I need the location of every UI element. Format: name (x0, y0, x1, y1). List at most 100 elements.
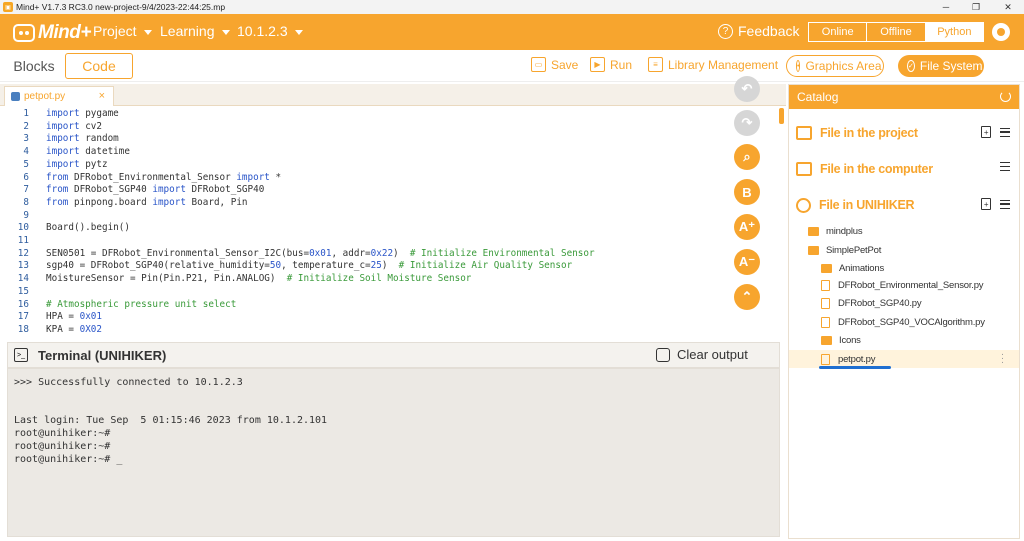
code-line: 16 # Atmospheric pressure unit select (0, 299, 730, 312)
line-number: 17 (17, 311, 29, 323)
clear-output-button[interactable]: Clear output (656, 347, 748, 362)
more-options-icon[interactable]: · · · (1001, 350, 1004, 368)
tree-file[interactable]: DFRobot_Environmental_Sensor.py (789, 276, 1019, 294)
terminal-header: >_ Terminal (UNIHIKER) Clear output (7, 342, 780, 368)
tree-folder[interactable]: SimplePetPot (789, 241, 1019, 259)
python-file-icon (11, 92, 20, 101)
file-icon (821, 353, 830, 365)
code-text: MoistureSensor = Pin(Pin.P21, Pin.ANALOG… (46, 273, 472, 285)
menu-project[interactable]: Project (93, 23, 152, 39)
section-file-in-unihiker[interactable]: File in UNIHIKER + (796, 195, 1018, 215)
code-line: 17 HPA = 0x01 (0, 311, 730, 324)
add-file-icon[interactable]: + (981, 198, 991, 210)
tree-file[interactable]: DFRobot_SGP40.py (789, 294, 1019, 312)
code-line: 2 import cv2 (0, 121, 730, 134)
line-number: 5 (23, 158, 29, 170)
play-icon: ▶ (590, 57, 605, 72)
scroll-top-icon[interactable]: ⌃ (734, 284, 760, 310)
font-increase-icon[interactable]: A⁺ (734, 214, 760, 240)
line-number: 3 (23, 133, 29, 145)
mode-python[interactable]: Python (925, 23, 983, 41)
terminal-title: Terminal (UNIHIKER) (38, 348, 167, 363)
menu-icon[interactable] (1000, 162, 1010, 171)
folder-icon (821, 263, 832, 273)
file-system-button[interactable]: ✓ File System (898, 55, 984, 77)
file-icon (821, 316, 830, 328)
mode-offline[interactable]: Offline (867, 23, 926, 41)
code-line: 11 (0, 235, 730, 248)
monitor-icon (796, 162, 812, 176)
section-file-in-computer[interactable]: File in the computer (796, 159, 1018, 179)
line-number: 8 (23, 196, 29, 208)
tree-folder[interactable]: Animations (789, 259, 1019, 277)
library-management-button[interactable]: ≡ Library Management (648, 57, 778, 72)
terminal-line: >>> Successfully connected to 10.1.2.3 (14, 377, 243, 388)
line-number: 6 (23, 171, 29, 183)
line-number: 13 (17, 260, 29, 272)
minimize-button[interactable]: ─ (932, 0, 960, 14)
line-number: 18 (17, 323, 29, 332)
close-tab-icon[interactable]: × (99, 90, 105, 102)
code-line: 6 from DFRobot_Environmental_Sensor impor… (0, 172, 730, 185)
format-code-icon[interactable]: B (734, 179, 760, 205)
undo-icon[interactable]: ↶ (734, 76, 760, 102)
code-text: from pinpong.board import Board, Pin (46, 196, 248, 208)
code-text-area[interactable]: 1 import pygame 2 import cv2 3 import random 4… (0, 108, 730, 332)
section-file-in-project[interactable]: File in the project + (796, 123, 1018, 143)
line-number: 2 (23, 120, 29, 132)
terminal-icon: >_ (14, 348, 28, 362)
mindplus-window: ▣ Mind+ V1.7.3 RC3.0 new-project-9/4/202… (0, 0, 1024, 541)
maximize-button[interactable]: ❐ (962, 0, 990, 14)
terminal-line: Last login: Tue Sep 5 01:15:46 2023 from… (14, 415, 328, 427)
code-line: 5 import pytz (0, 159, 730, 172)
library-icon: ≡ (648, 57, 663, 72)
tree-folder[interactable]: Icons (789, 331, 1019, 349)
file-tab-bar: petpot.py × (0, 84, 786, 106)
mode-online[interactable]: Online (809, 23, 868, 41)
editor-scrollbar[interactable] (779, 108, 784, 124)
font-decrease-icon[interactable]: A⁻ (734, 249, 760, 275)
graphics-area-button[interactable]: • Graphics Area (786, 55, 884, 77)
tab-blocks[interactable]: Blocks (6, 53, 62, 79)
collapse-icon (796, 197, 811, 213)
tree-file[interactable]: DFRobot_SGP40_VOCAlgorithm.py (789, 313, 1019, 331)
folder-icon (808, 245, 819, 255)
code-line: 18 KPA = 0X02 (0, 324, 730, 332)
code-text: sgp40 = DFRobot_SGP40(relative_humidity=… (46, 260, 573, 272)
catalog-panel: Catalog File in the project + File in th… (788, 84, 1020, 539)
terminal-line: root@unihiker:~# (14, 428, 111, 440)
code-line: 15 (0, 286, 730, 299)
line-number: 16 (17, 298, 29, 310)
line-number: 11 (17, 235, 29, 246)
code-editor: petpot.py × 1 import pygame 2 import cv2 3 im… (0, 76, 786, 340)
title-bar: ▣ Mind+ V1.7.3 RC3.0 new-project-9/4/202… (0, 0, 1024, 14)
tree-folder[interactable]: mindplus (789, 222, 1019, 240)
terminal-output[interactable]: >>> Successfully connected to 10.1.2.3 La… (7, 368, 780, 537)
settings-gear-icon[interactable] (992, 23, 1010, 41)
check-icon: ✓ (907, 60, 915, 72)
code-text: KPA = 0X02 (46, 323, 102, 332)
run-button[interactable]: ▶ Run (590, 57, 632, 72)
refresh-icon[interactable] (1000, 91, 1011, 102)
toolbar: Blocks Code ▭ Save ▶ Run ≡ Library Manageme… (0, 50, 1024, 82)
search-icon[interactable]: ⌕ (734, 144, 760, 170)
add-file-icon[interactable]: + (981, 126, 991, 138)
line-number: 9 (23, 209, 29, 221)
code-line: 10 Board().begin() (0, 222, 730, 235)
save-button[interactable]: ▭ Save (531, 57, 578, 72)
chevron-down-icon (294, 29, 303, 35)
close-window-button[interactable]: ✕ (994, 0, 1022, 14)
menu-device-ip[interactable]: 10.1.2.3 (237, 23, 303, 39)
menu-icon[interactable] (1000, 127, 1010, 137)
file-icon (821, 279, 830, 291)
code-line: 1 import pygame (0, 108, 730, 121)
menu-icon[interactable] (1000, 199, 1010, 209)
menu-learning[interactable]: Learning (160, 23, 230, 39)
redo-icon[interactable]: ↷ (734, 110, 760, 136)
file-tab-petpot[interactable]: petpot.py × (4, 86, 114, 106)
code-text: HPA = 0x01 (46, 311, 102, 323)
tab-code[interactable]: Code (65, 53, 133, 79)
chevron-down-icon (221, 29, 230, 35)
code-text: Board().begin() (46, 222, 130, 234)
feedback-button[interactable]: ? Feedback (718, 23, 799, 39)
